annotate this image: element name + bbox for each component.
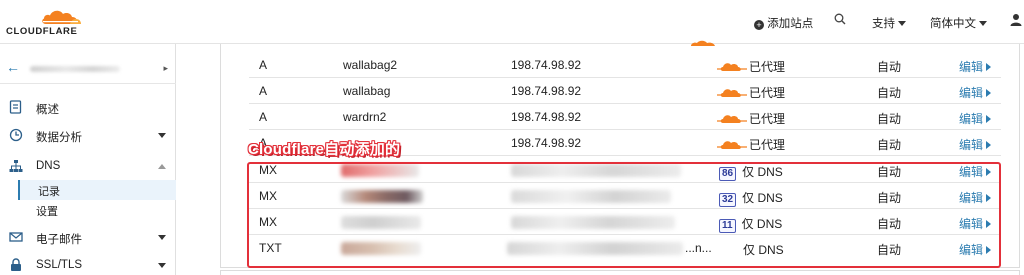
record-content: 198.74.98.92	[511, 58, 582, 72]
edit-label: 编辑	[959, 86, 984, 100]
cloud-orange-icon[interactable]	[717, 60, 747, 72]
cloudflare-logo[interactable]: CLOUDFLARE	[6, 6, 86, 38]
sidebar-subitem-label: 记录	[38, 186, 60, 198]
edit-link[interactable]: 编辑	[959, 84, 992, 101]
chevron-down-icon	[898, 21, 906, 27]
proxy-status: 已代理	[749, 86, 786, 100]
chevron-down-icon	[158, 263, 166, 268]
network-icon	[9, 159, 23, 173]
sidebar-item-email[interactable]: 电子邮件	[0, 226, 176, 250]
language-label: 简体中文	[930, 18, 976, 30]
chevron-down-icon	[979, 21, 987, 27]
edit-link[interactable]: 编辑	[959, 58, 992, 75]
edit-label: 编辑	[959, 112, 984, 126]
cloud-orange-icon[interactable]	[717, 86, 747, 98]
record-type: A	[259, 84, 268, 98]
chevron-up-icon	[158, 164, 166, 169]
cloudflare-cloud-icon	[42, 10, 81, 24]
proxy-status: 已代理	[749, 60, 786, 74]
record-ttl: 自动	[877, 86, 902, 100]
plus-circle-icon: +	[754, 20, 764, 30]
dns-records-table: A wallabag2 198.74.98.92 已代理 自动 编辑 A wal…	[220, 40, 1020, 268]
edit-label: 编辑	[959, 138, 984, 152]
language-menu[interactable]: 简体中文	[930, 15, 987, 31]
sidebar: ← ▸ 概述 数据分析 DNS 记录 设置 电子邮件 SSL/TLS	[0, 44, 176, 275]
support-label: 支持	[872, 18, 895, 30]
table-row[interactable]: A wallabag2 198.74.98.92 已代理 自动 编辑	[249, 52, 1001, 78]
record-name: wallabag	[343, 84, 391, 98]
record-ttl: 自动	[877, 112, 902, 126]
caret-right-icon	[986, 63, 992, 71]
logo-wordmark: CLOUDFLARE	[6, 26, 78, 37]
edit-link[interactable]: 编辑	[959, 136, 992, 153]
sidebar-item-label: 数据分析	[36, 132, 82, 144]
sidebar-item-ssl[interactable]: SSL/TLS	[0, 254, 176, 275]
table-row[interactable]: A wardrn2 198.74.98.92 已代理 自动 编辑	[249, 104, 1001, 130]
annotation-label: Cloudflare自动添加的	[248, 141, 401, 158]
sidebar-subitem-label: 设置	[36, 206, 58, 218]
clock-chart-icon	[9, 128, 23, 142]
sidebar-subitem-records[interactable]: 记录	[18, 180, 176, 200]
sidebar-item-overview[interactable]: 概述	[0, 96, 176, 120]
email-icon	[9, 230, 23, 244]
edit-label: 编辑	[959, 60, 984, 74]
top-header: CLOUDFLARE + 添加站点 支持 简体中文	[0, 0, 1024, 44]
record-content: 198.74.98.92	[511, 84, 582, 98]
chevron-down-icon	[158, 133, 166, 138]
search-icon[interactable]	[834, 13, 846, 28]
add-site-link[interactable]: + 添加站点	[754, 15, 813, 31]
annotation-highlight-box	[247, 162, 1001, 268]
record-ttl: 自动	[877, 138, 902, 152]
sidebar-item-label: 概述	[36, 104, 59, 116]
record-ttl: 自动	[877, 60, 902, 74]
sidebar-subitem-settings[interactable]: 设置	[18, 200, 176, 220]
zone-selector[interactable]: ← ▸	[0, 52, 176, 84]
sidebar-item-dns[interactable]: DNS	[0, 155, 176, 179]
proxy-status: 已代理	[749, 138, 786, 152]
caret-right-icon	[986, 89, 992, 97]
user-icon[interactable]	[1010, 13, 1022, 29]
cloud-orange-icon[interactable]	[717, 138, 747, 150]
sidebar-item-label: SSL/TLS	[36, 259, 83, 271]
chevron-right-icon: ▸	[163, 63, 168, 73]
record-type: A	[259, 110, 268, 124]
edit-link[interactable]: 编辑	[959, 110, 992, 127]
dns-records-panel: A wallabag2 198.74.98.92 已代理 自动 编辑 A wal…	[220, 40, 1020, 275]
add-site-label: 添加站点	[767, 18, 814, 30]
record-name: wardrn2	[343, 110, 387, 124]
support-menu[interactable]: 支持	[872, 15, 906, 31]
chevron-down-icon	[158, 235, 166, 240]
proxy-status: 已代理	[749, 112, 786, 126]
table-row[interactable]: A wallabag 198.74.98.92 已代理 自动 编辑	[249, 78, 1001, 104]
record-content: 198.74.98.92	[511, 136, 582, 150]
record-content: 198.74.98.92	[511, 110, 582, 124]
cloud-orange-icon	[691, 40, 715, 46]
sidebar-item-label: DNS	[36, 160, 61, 172]
sidebar-item-analytics[interactable]: 数据分析	[0, 124, 176, 148]
back-arrow-icon[interactable]: ←	[6, 59, 20, 75]
caret-right-icon	[986, 115, 992, 123]
cloud-orange-icon[interactable]	[717, 112, 747, 124]
record-type: A	[259, 58, 268, 72]
sidebar-item-label: 电子邮件	[36, 234, 82, 246]
record-name: wallabag2	[343, 58, 398, 72]
zone-name-redacted	[30, 66, 120, 72]
document-icon	[9, 100, 23, 114]
lock-icon	[9, 258, 23, 272]
next-card-edge	[220, 270, 1020, 275]
caret-right-icon	[986, 141, 992, 149]
